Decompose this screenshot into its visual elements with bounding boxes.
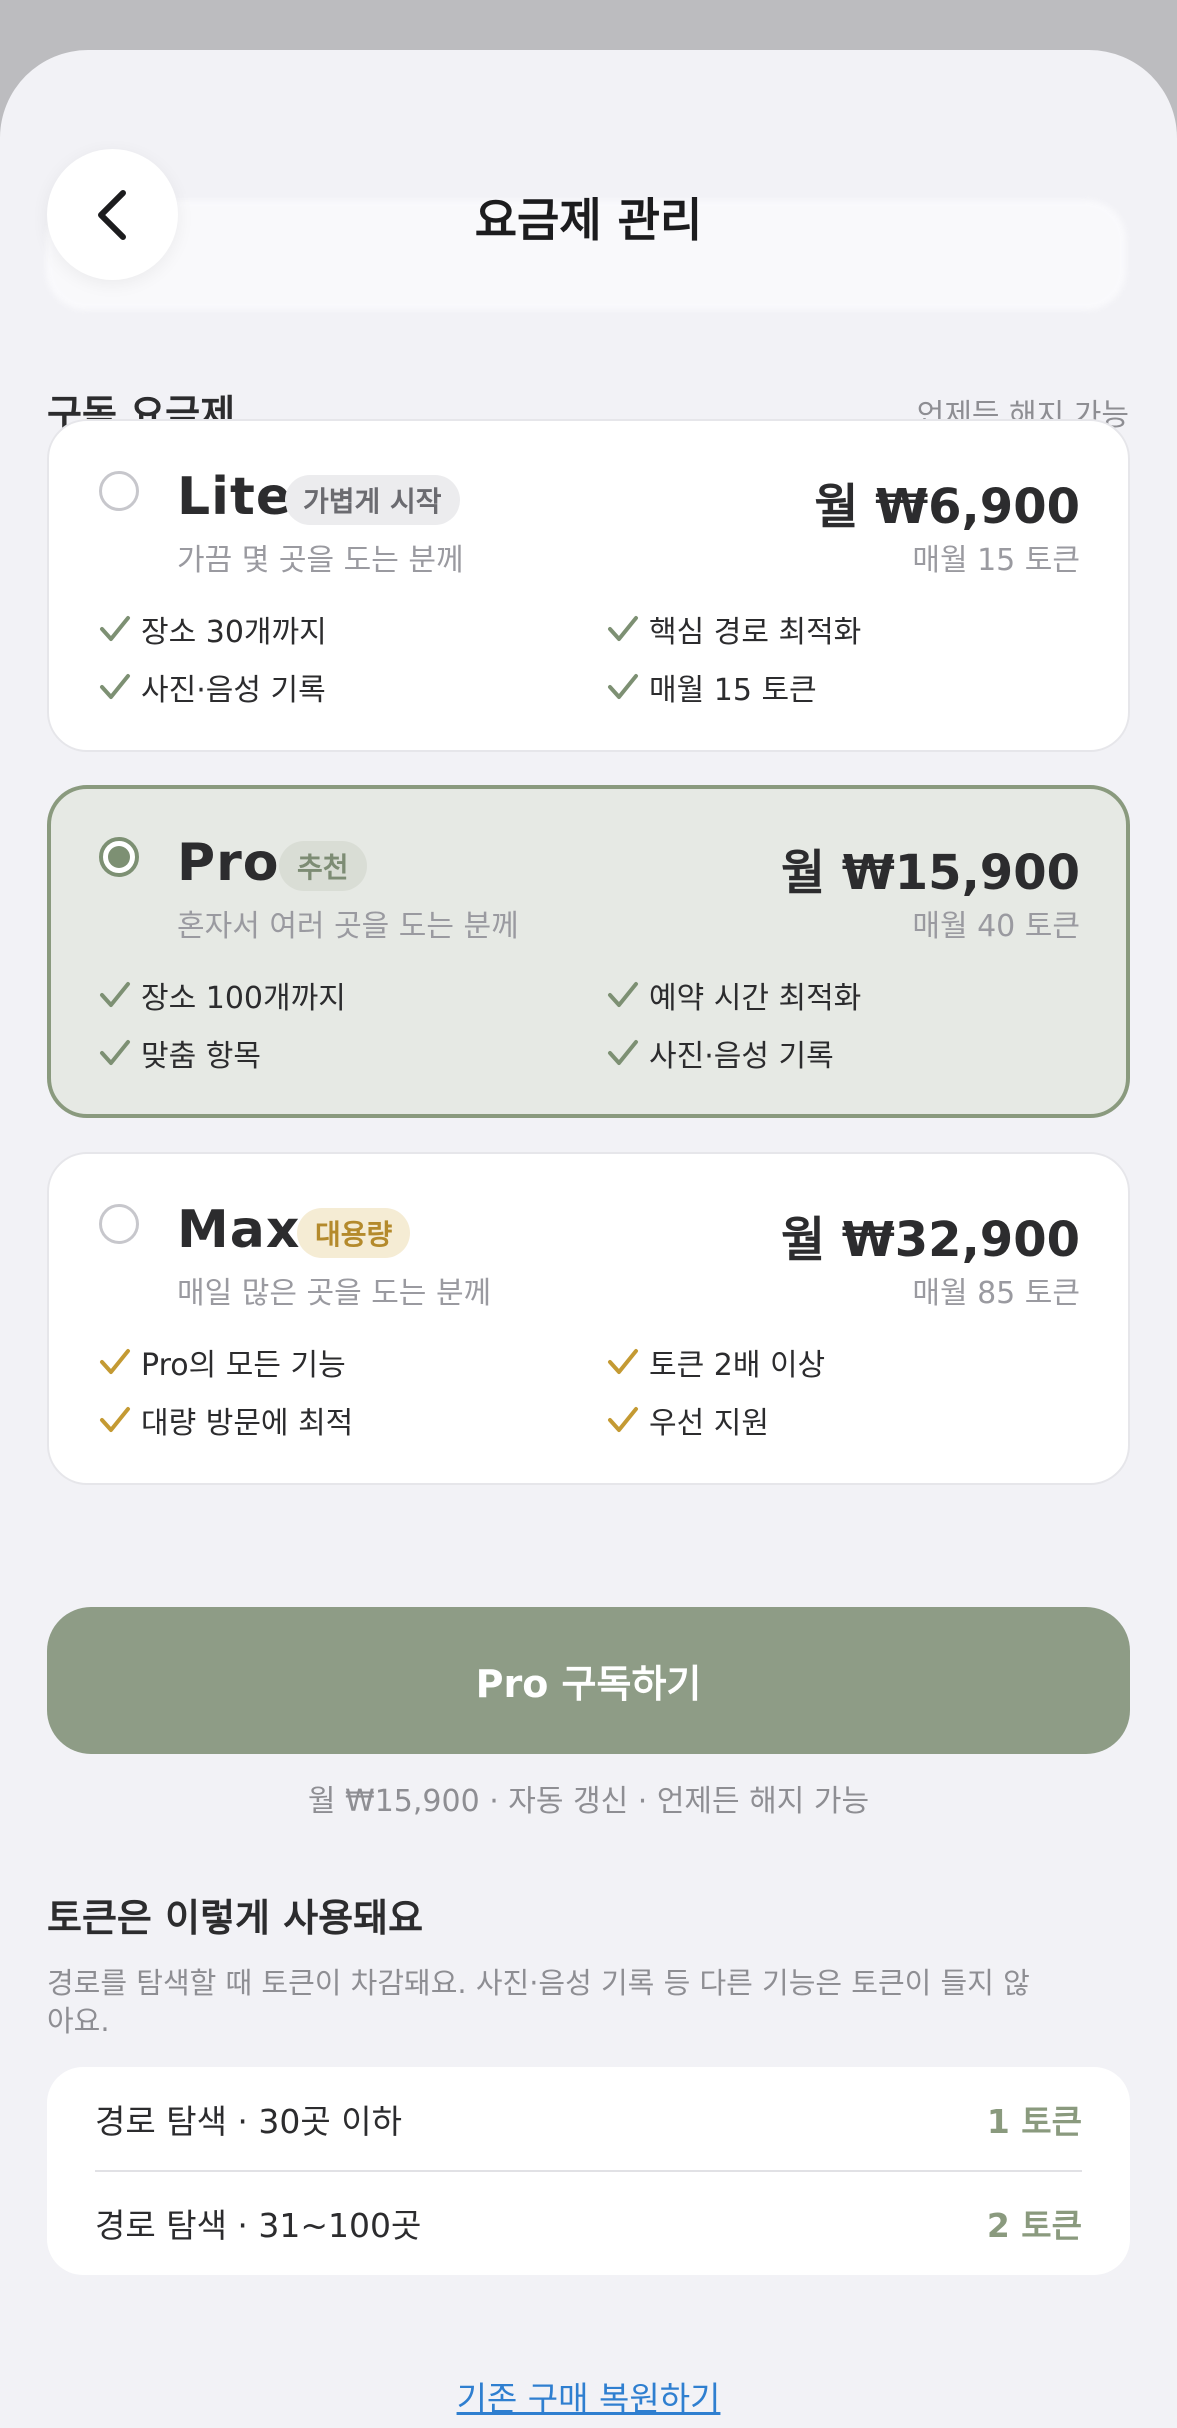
plan-tokens: 매월 40 토큰: [912, 909, 1080, 944]
token-cost-value: 1 토큰: [986, 2102, 1082, 2141]
plan-card-max[interactable]: Max 대용량 매일 많은 곳을 도는 분께 월 ₩32,900 매월 85 토…: [47, 1152, 1130, 1485]
feature-item: 장소 30개까지: [99, 607, 327, 651]
checkmark-icon: [608, 1407, 638, 1432]
checkmark-icon: [100, 616, 130, 641]
feature-item: 예약 시간 최적화: [607, 973, 861, 1017]
plan-tokens: 매월 15 토큰: [912, 543, 1080, 578]
token-cost-value: 2 토큰: [986, 2206, 1082, 2245]
feature-item: 사진·음성 기록: [99, 665, 326, 709]
radio-pro[interactable]: [99, 837, 139, 877]
plan-subtitle: 가끔 몇 곳을 도는 분께: [177, 543, 464, 578]
checkmark-icon: [100, 1349, 130, 1374]
subscribe-button[interactable]: Pro 구독하기: [47, 1607, 1130, 1754]
plan-name: Pro: [177, 833, 280, 893]
plan-tokens: 매월 85 토큰: [912, 1276, 1080, 1311]
checkmark-icon: [608, 982, 638, 1007]
token-cost-label: 경로 탐색 · 30곳 이하: [95, 2102, 402, 2141]
token-cost-row: 경로 탐색 · 31~100곳 2 토큰: [95, 2171, 1082, 2275]
plan-subtitle: 매일 많은 곳을 도는 분께: [177, 1276, 492, 1311]
plan-price: 월 ₩32,900: [780, 1212, 1080, 1268]
modal-sheet: 요금제 관리 구독 요금제 언제든 해지 가능 Lite 가볍게 시작 가끔 몇…: [0, 50, 1177, 2428]
token-cost-table: 경로 탐색 · 30곳 이하 1 토큰 경로 탐색 · 31~100곳 2 토큰: [47, 2067, 1130, 2275]
plan-card-pro[interactable]: Pro 추천 혼자서 여러 곳을 도는 분께 월 ₩15,900 매월 40 토…: [47, 785, 1130, 1118]
feature-item: 맞춤 항목: [99, 1031, 261, 1075]
plan-card-lite[interactable]: Lite 가볍게 시작 가끔 몇 곳을 도는 분께 월 ₩6,900 매월 15…: [47, 419, 1130, 752]
plan-badge: 추천: [279, 841, 367, 891]
checkmark-icon: [608, 674, 638, 699]
plan-badge: 대용량: [297, 1208, 411, 1258]
checkmark-icon: [100, 1407, 130, 1432]
token-info-description: 경로를 탐색할 때 토큰이 차감돼요. 사진·음성 기록 등 다른 기능은 토큰…: [47, 1966, 1030, 2038]
token-cost-label: 경로 탐색 · 31~100곳: [95, 2206, 422, 2245]
restore-purchase-link[interactable]: 기존 구매 복원하기: [0, 2372, 1177, 2420]
radio-max[interactable]: [99, 1204, 139, 1244]
token-info-title: 토큰은 이렇게 사용돼요: [47, 1896, 424, 1940]
plan-name: Lite: [177, 467, 293, 527]
subscribe-note: 월 ₩15,900 · 자동 갱신 · 언제든 해지 가능: [307, 1784, 870, 1819]
feature-item: 사진·음성 기록: [607, 1031, 834, 1075]
checkmark-icon: [608, 1349, 638, 1374]
checkmark-icon: [608, 616, 638, 641]
plan-name: Max: [177, 1200, 301, 1260]
plan-badge: 가볍게 시작: [285, 475, 460, 525]
checkmark-icon: [100, 674, 130, 699]
page-title: 요금제 관리: [474, 193, 703, 247]
feature-item: 우선 지원: [607, 1398, 769, 1442]
checkmark-icon: [100, 1040, 130, 1065]
plan-subtitle: 혼자서 여러 곳을 도는 분께: [177, 909, 519, 944]
feature-item: 대량 방문에 최적: [99, 1398, 353, 1442]
radio-lite[interactable]: [99, 471, 139, 511]
checkmark-icon: [100, 982, 130, 1007]
feature-item: 장소 100개까지: [99, 973, 346, 1017]
plan-price: 월 ₩6,900: [814, 479, 1080, 535]
feature-item: 매월 15 토큰: [607, 665, 817, 709]
checkmark-icon: [608, 1040, 638, 1065]
feature-item: 핵심 경로 최적화: [607, 607, 861, 651]
feature-item: Pro의 모든 기능: [99, 1340, 346, 1384]
token-cost-row: 경로 탐색 · 30곳 이하 1 토큰: [95, 2067, 1082, 2171]
feature-item: 토큰 2배 이상: [607, 1340, 825, 1384]
plan-price: 월 ₩15,900: [780, 845, 1080, 901]
